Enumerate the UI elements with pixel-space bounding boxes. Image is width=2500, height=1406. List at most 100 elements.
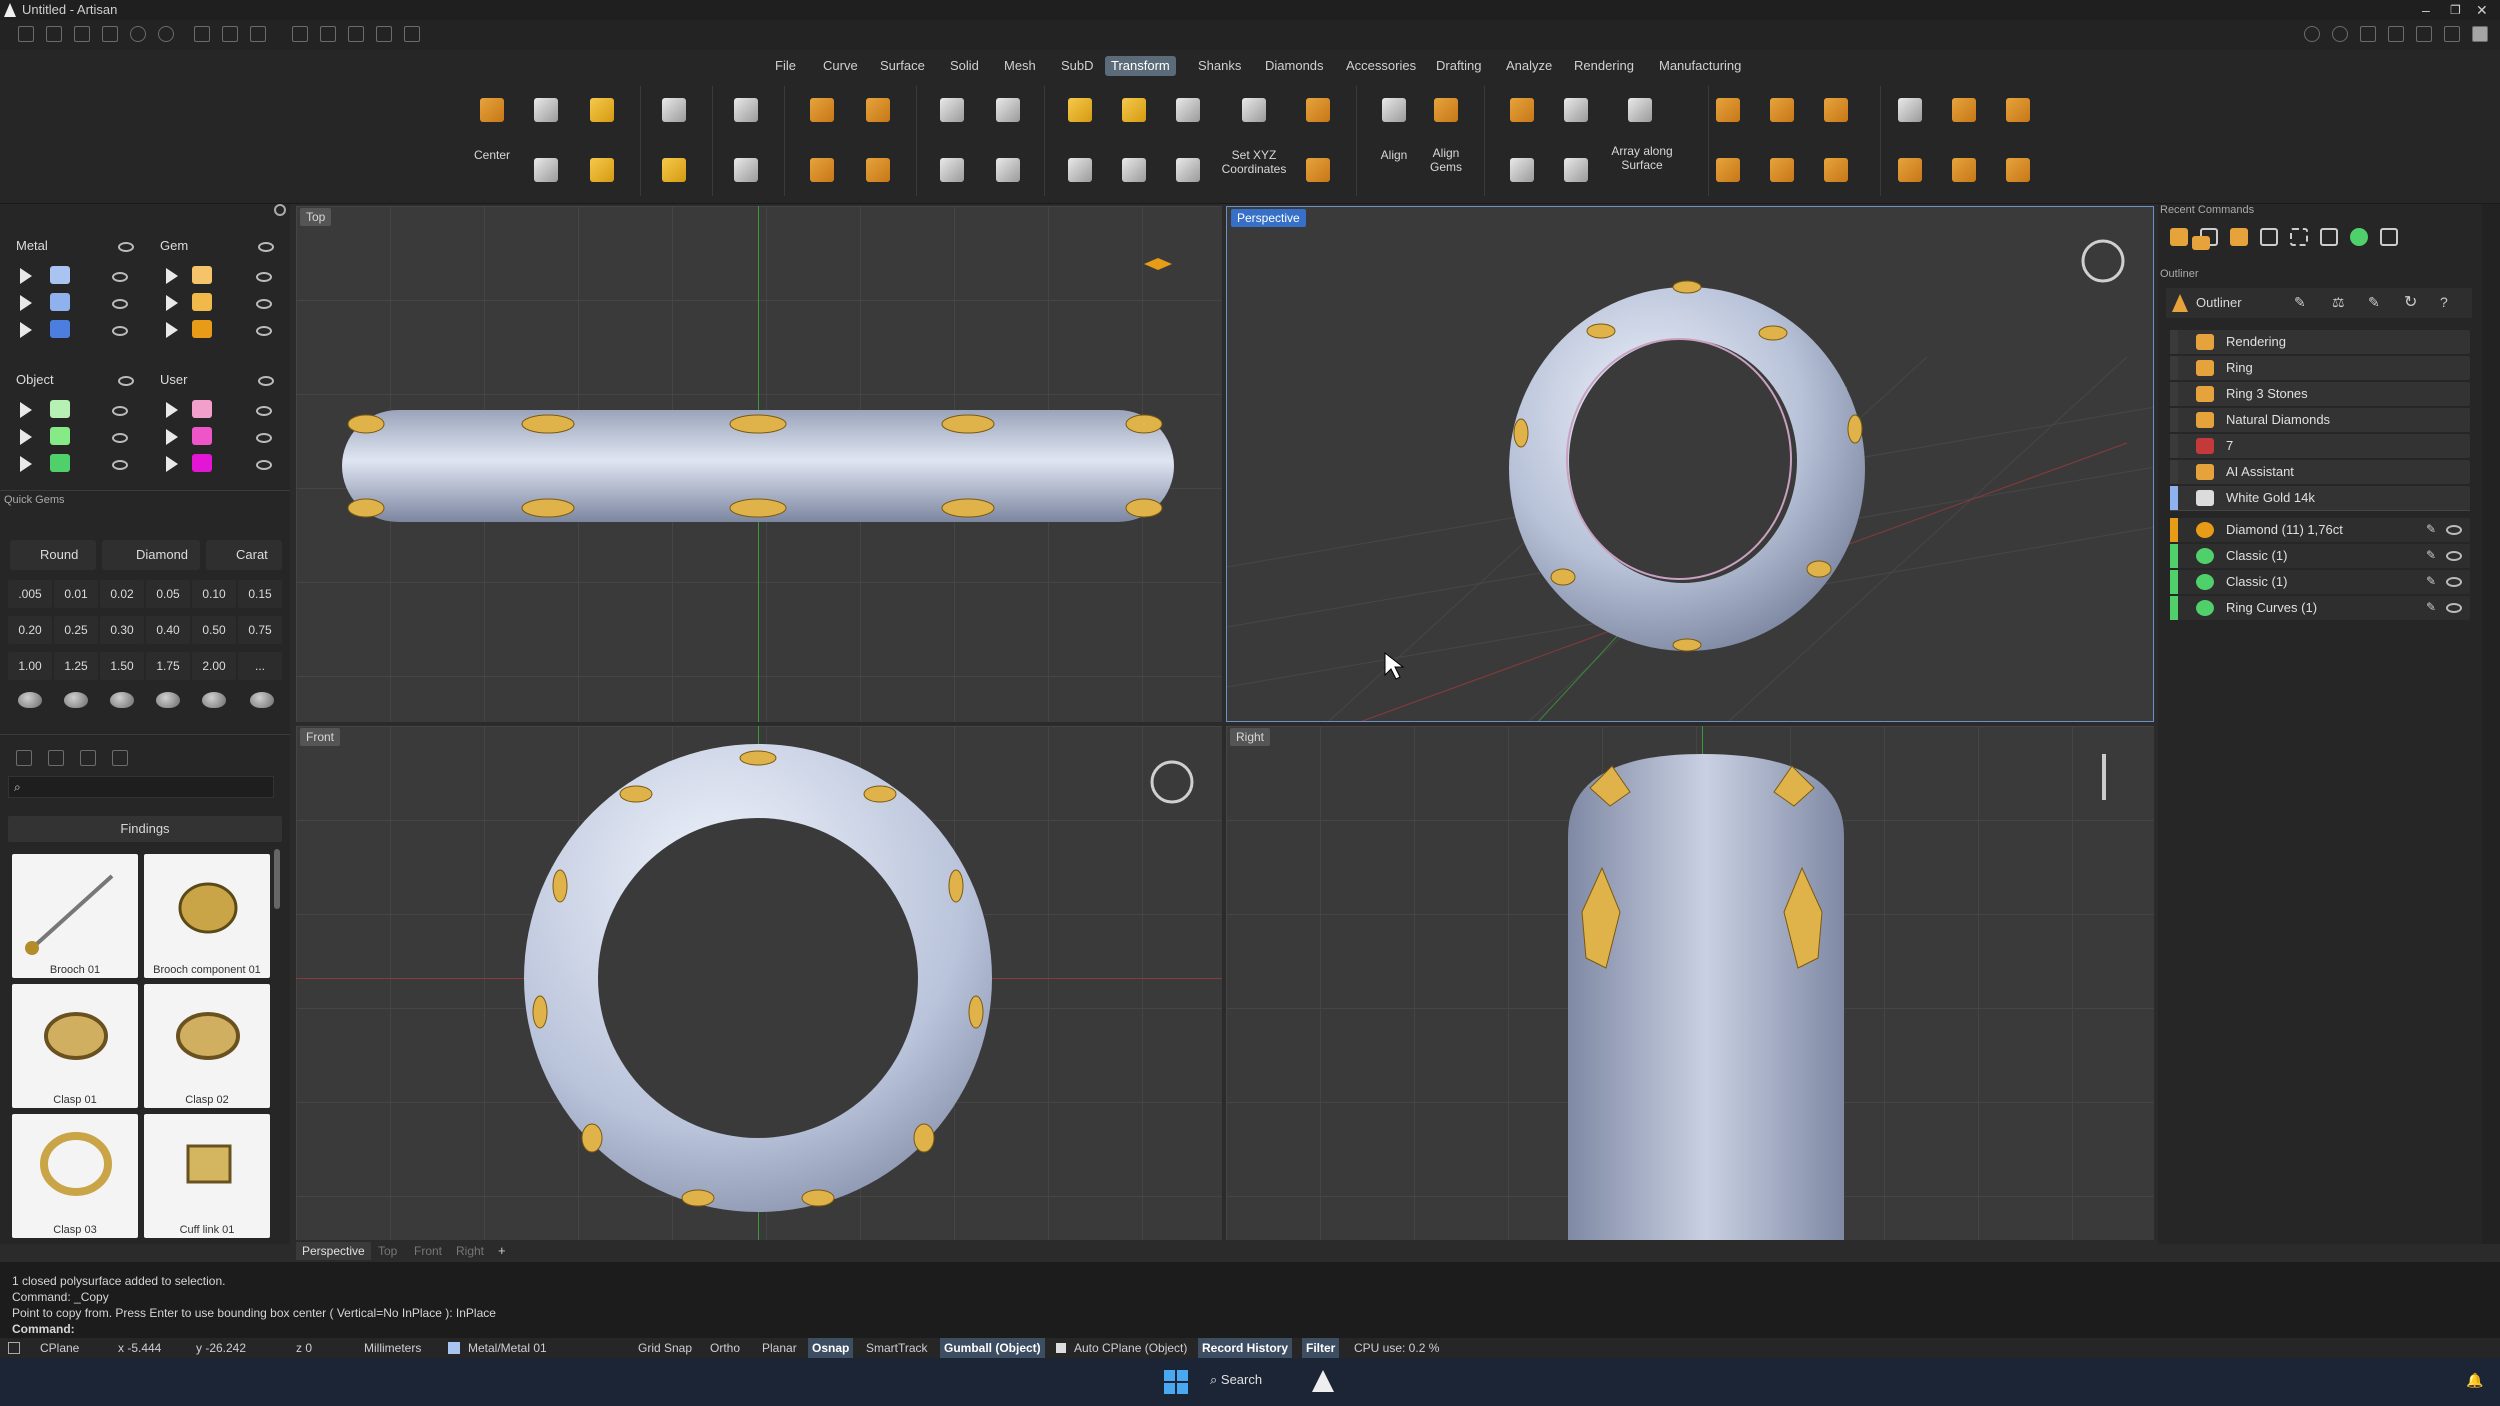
object-2-eye-icon[interactable] <box>112 433 128 443</box>
status-toggle-icon[interactable] <box>8 1342 20 1354</box>
artisan-taskbar-icon[interactable] <box>1312 1370 1334 1392</box>
user-3-swatch[interactable] <box>192 454 212 472</box>
tab-solid[interactable]: Solid <box>944 56 985 76</box>
metal-1-play-icon[interactable] <box>20 268 32 284</box>
cage-edit-button[interactable] <box>1942 88 1986 132</box>
rotate-copy-button[interactable] <box>580 148 624 192</box>
object-3-play-icon[interactable] <box>20 456 32 472</box>
twist-button[interactable] <box>724 148 768 192</box>
move-button[interactable] <box>524 88 568 132</box>
mirror-gem-button[interactable] <box>930 88 974 132</box>
gem-3-play-icon[interactable] <box>166 322 178 338</box>
gem-2-play-icon[interactable] <box>166 295 178 311</box>
open-folder-icon[interactable] <box>102 26 118 42</box>
link-icon[interactable] <box>2416 26 2432 42</box>
gem-3-eye-icon[interactable] <box>256 326 272 336</box>
snap-icon[interactable] <box>292 26 308 42</box>
copy-tool-button[interactable] <box>580 88 624 132</box>
start-icon[interactable] <box>1164 1370 1188 1394</box>
prong-place-button[interactable] <box>1760 148 1804 192</box>
osnap-toggle[interactable]: Osnap <box>808 1338 854 1358</box>
gem-size-button[interactable]: 2.00 <box>192 652 236 680</box>
library-scrollbar[interactable] <box>274 849 280 909</box>
sketch-icon[interactable] <box>348 26 364 42</box>
gem-size-button[interactable]: 0.50 <box>192 616 236 644</box>
gem-size-button[interactable]: 1.75 <box>146 652 190 680</box>
library-save-icon[interactable] <box>80 750 96 766</box>
new-file-icon[interactable] <box>18 26 34 42</box>
diamond-button[interactable]: Diamond <box>102 540 200 570</box>
gem-size-button[interactable]: 0.15 <box>238 580 282 608</box>
center-button[interactable] <box>470 88 514 132</box>
tab-drafting[interactable]: Drafting <box>1430 56 1488 76</box>
orient-solid-button[interactable] <box>856 148 900 192</box>
account-icon[interactable] <box>2472 26 2488 42</box>
gem-3-swatch[interactable] <box>192 320 212 338</box>
array-polar-button[interactable] <box>1554 88 1598 132</box>
current-layer[interactable]: Metal/Metal 01 <box>468 1338 547 1358</box>
tab-accessories[interactable]: Accessories <box>1340 56 1422 76</box>
flow-along-button[interactable] <box>1296 88 1340 132</box>
gem-size-button[interactable]: 1.00 <box>8 652 52 680</box>
user-2-eye-icon[interactable] <box>256 433 272 443</box>
close-icon[interactable]: ✕ <box>2476 0 2488 20</box>
library-search-input[interactable] <box>8 776 274 798</box>
add-viewport-tab-button[interactable]: + <box>498 1242 506 1260</box>
viewport-tab-right[interactable]: Right <box>456 1242 484 1260</box>
settings-icon[interactable] <box>404 26 420 42</box>
metal-3-eye-icon[interactable] <box>112 326 128 336</box>
prong-set-button[interactable] <box>1814 88 1858 132</box>
gem-size-button[interactable]: 0.25 <box>54 616 98 644</box>
info-icon[interactable] <box>2332 26 2348 42</box>
user-1-play-icon[interactable] <box>166 402 178 418</box>
tab-transform[interactable]: Transform <box>1105 56 1176 76</box>
gem-pick-button[interactable] <box>1166 88 1210 132</box>
auto-cplane-checkbox[interactable] <box>1056 1343 1066 1353</box>
gem-size-button[interactable]: .005 <box>8 580 52 608</box>
save-icon[interactable] <box>194 26 210 42</box>
library-category-select[interactable]: Findings <box>8 816 282 842</box>
mirror-y-button[interactable] <box>986 148 1030 192</box>
minimize-icon[interactable]: – <box>2422 0 2430 20</box>
metal-2-play-icon[interactable] <box>20 295 32 311</box>
tab-mesh[interactable]: Mesh <box>998 56 1042 76</box>
tab-analyze[interactable]: Analyze <box>1500 56 1558 76</box>
object-1-swatch[interactable] <box>50 400 70 418</box>
gem-size-button[interactable]: 1.25 <box>54 652 98 680</box>
filter-toggle[interactable]: Filter <box>1302 1338 1340 1358</box>
redo-icon[interactable] <box>158 26 174 42</box>
mirror-button[interactable] <box>986 88 1030 132</box>
gem-shape-4-icon[interactable] <box>156 692 180 708</box>
user-3-play-icon[interactable] <box>166 456 178 472</box>
array-surface-button[interactable] <box>1618 88 1662 132</box>
tab-file[interactable]: File <box>769 56 802 76</box>
viewport-right[interactable]: Right <box>1226 726 2154 1240</box>
library-add-icon[interactable] <box>48 750 64 766</box>
gem-size-button[interactable]: 0.02 <box>100 580 144 608</box>
array-button[interactable] <box>1500 88 1544 132</box>
gem-visibility-icon[interactable] <box>258 242 274 252</box>
metal-1-eye-icon[interactable] <box>112 272 128 282</box>
user-2-play-icon[interactable] <box>166 429 178 445</box>
cage-move-button[interactable] <box>1942 148 1986 192</box>
point-icon[interactable] <box>376 26 392 42</box>
gumball-toggle[interactable]: Gumball (Object) <box>940 1338 1045 1358</box>
gem-place-2-button[interactable] <box>1112 88 1156 132</box>
tab-rendering[interactable]: Rendering <box>1568 56 1640 76</box>
copy-icon[interactable] <box>250 26 266 42</box>
cage-button[interactable] <box>1888 88 1932 132</box>
flow-button[interactable] <box>1166 148 1210 192</box>
smarttrack-toggle[interactable]: SmartTrack <box>866 1338 928 1358</box>
viewport-front[interactable]: Front <box>296 726 1222 1240</box>
gem-shape-2-icon[interactable] <box>64 692 88 708</box>
object-2-play-icon[interactable] <box>20 429 32 445</box>
viewport-tab-top[interactable]: Top <box>378 1242 397 1260</box>
prong-button[interactable] <box>1706 88 1750 132</box>
gem-shape-5-icon[interactable] <box>202 692 226 708</box>
scale-button[interactable] <box>652 88 696 132</box>
grid-snap-toggle[interactable]: Grid Snap <box>638 1338 692 1358</box>
object-3-swatch[interactable] <box>50 454 70 472</box>
user-1-swatch[interactable] <box>192 400 212 418</box>
gem-size-button[interactable]: 0.30 <box>100 616 144 644</box>
gem-size-button[interactable]: 0.40 <box>146 616 190 644</box>
